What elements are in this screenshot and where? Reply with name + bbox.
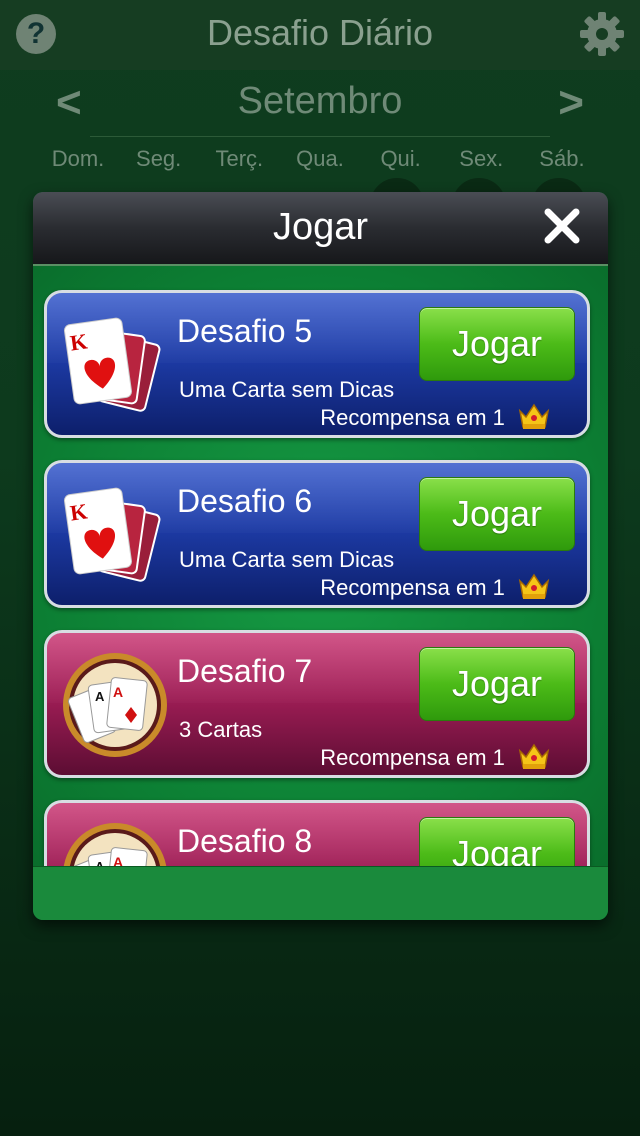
weekday-label: Terç. xyxy=(215,146,264,171)
crown-icon xyxy=(518,573,550,599)
svg-text:A: A xyxy=(95,859,105,866)
weekday-label: Dom. xyxy=(51,146,105,171)
next-month-button[interactable]: > xyxy=(558,78,584,128)
challenge-title: Desafio 5 xyxy=(177,313,313,349)
svg-text:A: A xyxy=(113,684,123,700)
svg-text:A: A xyxy=(95,689,105,704)
challenge-reward: Recompensa em 1 xyxy=(320,741,551,771)
play-button[interactable]: Jogar xyxy=(419,477,575,551)
weekday-label: Seg. xyxy=(136,146,182,171)
reward-label: Recompensa em 1 xyxy=(320,405,505,430)
dialog-title: Jogar xyxy=(272,206,369,248)
svg-text:K: K xyxy=(69,498,89,525)
weekday-label: Qua. xyxy=(296,146,344,171)
three-aces-coin-icon: A A xyxy=(63,653,167,757)
top-bar: ? Desafio Diário xyxy=(0,0,640,70)
reward-label: Recompensa em 1 xyxy=(320,745,505,770)
king-of-hearts-cards-icon: K xyxy=(63,487,161,582)
challenge-description: Uma Carta sem Dicas xyxy=(179,547,395,572)
challenge-title: Desafio 8 xyxy=(177,823,313,859)
weekday-label: Qui. xyxy=(380,146,421,171)
weekday-label: Sex. xyxy=(459,146,504,171)
month-label: Setembro xyxy=(237,80,403,122)
challenge-title: Desafio 6 xyxy=(177,483,313,519)
svg-text:K: K xyxy=(69,328,89,355)
play-button[interactable]: Jogar xyxy=(419,307,575,381)
three-aces-coin-icon: A A xyxy=(63,823,167,866)
reward-label: Recompensa em 1 xyxy=(320,575,505,600)
svg-text:A: A xyxy=(113,854,123,866)
challenge-card[interactable]: A A Desafio 7 3 Cartas Recompensa em 1 J… xyxy=(44,630,590,778)
close-icon[interactable] xyxy=(542,206,582,246)
crown-icon xyxy=(518,743,550,769)
play-button[interactable]: Jogar xyxy=(419,647,575,721)
challenge-card[interactable]: A A Desafio 8 Jogar xyxy=(44,800,590,866)
challenge-description: 3 Cartas xyxy=(179,717,263,742)
dialog-footer xyxy=(33,866,608,920)
page-title: Desafio Diário xyxy=(206,12,434,53)
weekday-label: Sáb. xyxy=(539,146,585,171)
challenge-description: Uma Carta sem Dicas xyxy=(179,377,395,402)
month-navigator: < Setembro > xyxy=(0,78,640,132)
divider xyxy=(90,136,550,137)
play-dialog: Jogar K Desafio 5 Uma Carta sem Dicas Re… xyxy=(33,192,608,920)
crown-icon xyxy=(518,403,550,429)
weekday-header: Dom. Seg. Terç. Qua. Qui. Sex. Sáb. xyxy=(38,146,602,172)
gear-icon[interactable] xyxy=(578,10,626,58)
play-button[interactable]: Jogar xyxy=(419,817,575,866)
dialog-header: Jogar xyxy=(33,192,608,266)
challenge-reward: Recompensa em 1 xyxy=(320,401,551,431)
challenge-reward: Recompensa em 1 xyxy=(320,571,551,601)
challenge-card[interactable]: K Desafio 6 Uma Carta sem Dicas Recompen… xyxy=(44,460,590,608)
king-of-hearts-cards-icon: K xyxy=(63,317,161,412)
challenge-list[interactable]: K Desafio 5 Uma Carta sem Dicas Recompen… xyxy=(33,266,608,866)
challenge-card[interactable]: K Desafio 5 Uma Carta sem Dicas Recompen… xyxy=(44,290,590,438)
challenge-title: Desafio 7 xyxy=(177,653,313,689)
